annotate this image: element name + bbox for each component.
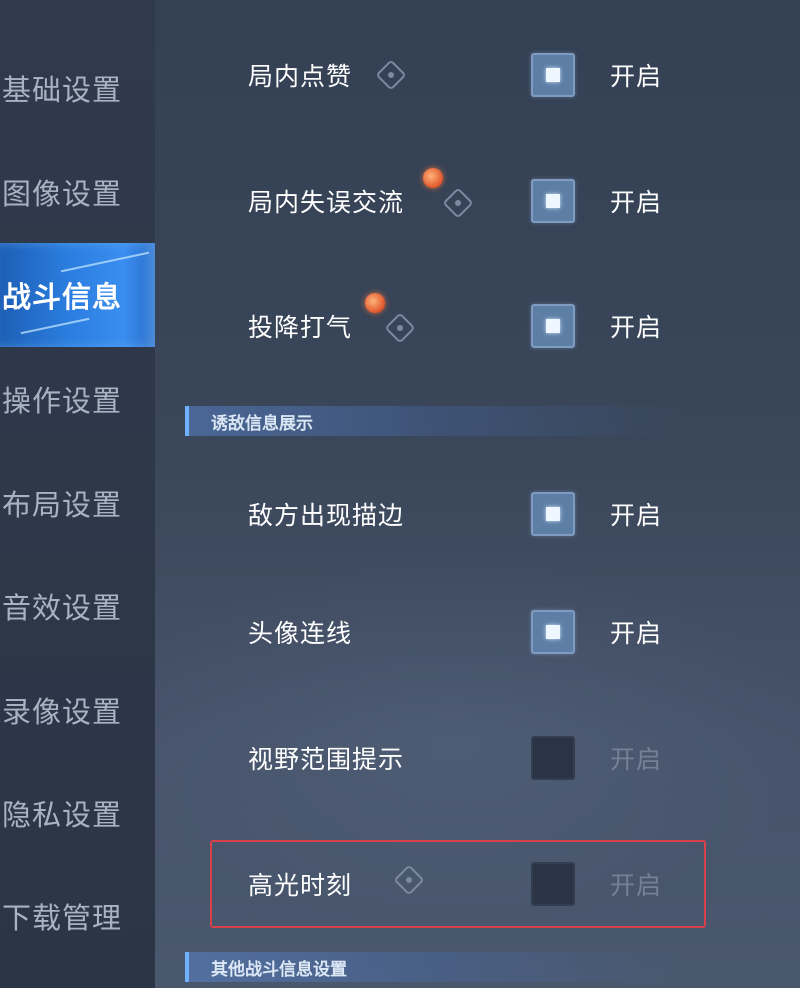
setting-row-enemy-outline: 敌方出现描边 开启: [155, 474, 800, 554]
setting-state-text: 开启: [610, 871, 663, 900]
info-icon[interactable]: [442, 187, 474, 219]
setting-checkbox[interactable]: [531, 179, 575, 223]
sidebar-item-replay[interactable]: 录像设置: [0, 658, 155, 762]
info-icon[interactable]: [384, 312, 416, 344]
sidebar-item-basic[interactable]: 基础设置: [0, 36, 155, 140]
setting-label: 高光时刻: [248, 871, 353, 900]
setting-row-surrender-cheer: 投降打气 开启: [155, 286, 800, 366]
settings-sidebar: 基础设置 图像设置 战斗信息 操作设置 布局设置 音效设置 录像设置 隐私设置 …: [0, 0, 155, 988]
setting-checkbox[interactable]: [531, 492, 575, 536]
setting-state-text: 开启: [610, 313, 663, 342]
setting-label: 局内点赞: [248, 62, 353, 91]
new-badge-icon: [423, 168, 443, 188]
setting-checkbox[interactable]: [531, 736, 575, 780]
setting-state-text: 开启: [610, 188, 663, 217]
setting-label: 头像连线: [248, 619, 353, 648]
sidebar-item-label: 录像设置: [2, 695, 123, 729]
setting-state-text: 开启: [610, 619, 663, 648]
setting-row-vision-range: 视野范围提示 开启: [155, 718, 800, 798]
setting-label: 局内失误交流: [248, 188, 405, 217]
sidebar-item-sound[interactable]: 音效设置: [0, 554, 155, 658]
setting-checkbox[interactable]: [531, 53, 575, 97]
sidebar-item-label: 战斗信息: [2, 280, 123, 314]
setting-state-text: 开启: [610, 745, 663, 774]
setting-state-text: 开启: [610, 62, 663, 91]
setting-state-text: 开启: [610, 501, 663, 530]
sidebar-item-label: 下载管理: [2, 901, 123, 935]
sidebar-item-privacy[interactable]: 隐私设置: [0, 761, 155, 865]
setting-checkbox[interactable]: [531, 304, 575, 348]
decorative-streak: [60, 251, 150, 273]
section-header-other-battle-info: 其他战斗信息设置: [185, 952, 685, 982]
section-header-enemy-info: 诱敌信息展示: [185, 406, 685, 436]
sidebar-item-label: 布局设置: [2, 488, 123, 522]
sidebar-item-controls[interactable]: 操作设置: [0, 347, 155, 451]
sidebar-item-battle-info[interactable]: 战斗信息: [0, 243, 155, 347]
setting-checkbox[interactable]: [531, 862, 575, 906]
setting-row-avatar-link: 头像连线 开启: [155, 592, 800, 672]
setting-row-highlight-moment: 高光时刻 开启: [155, 844, 800, 924]
setting-label: 敌方出现描边: [248, 501, 405, 530]
decorative-streak: [20, 317, 90, 335]
sidebar-item-layout[interactable]: 布局设置: [0, 451, 155, 555]
setting-label: 投降打气: [248, 313, 353, 342]
sidebar-item-label: 基础设置: [2, 73, 123, 107]
sidebar-item-label: 隐私设置: [2, 798, 123, 832]
sidebar-item-label: 图像设置: [2, 177, 123, 211]
setting-row-mistake-chat: 局内失误交流 开启: [155, 161, 800, 241]
info-icon[interactable]: [393, 864, 425, 896]
sidebar-item-label: 音效设置: [2, 591, 123, 625]
new-badge-icon: [365, 293, 385, 313]
sidebar-item-label: 操作设置: [2, 384, 123, 418]
sidebar-item-downloads[interactable]: 下载管理: [0, 864, 155, 968]
setting-checkbox[interactable]: [531, 610, 575, 654]
sidebar-item-graphics[interactable]: 图像设置: [0, 140, 155, 244]
info-icon[interactable]: [375, 59, 407, 91]
setting-row-in-game-like: 局内点赞 开启: [155, 35, 800, 115]
setting-label: 视野范围提示: [248, 745, 405, 774]
